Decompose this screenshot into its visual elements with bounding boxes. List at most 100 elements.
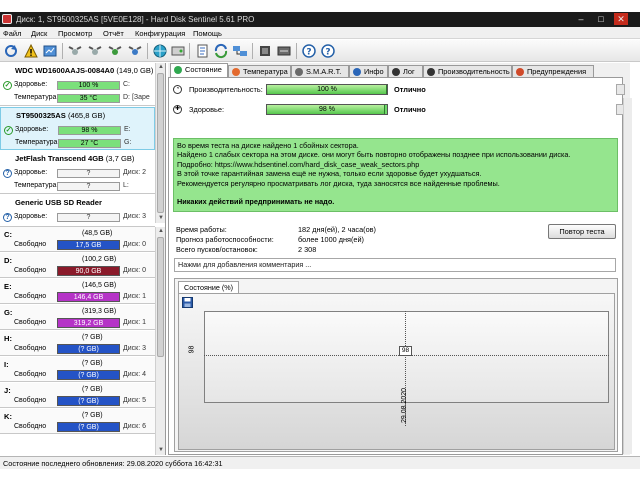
retest-button[interactable]: Повтор теста xyxy=(548,224,616,239)
partition-item[interactable]: I: (? GB) Свободно (? GB) Диск: 4 xyxy=(0,357,155,382)
document-icon[interactable] xyxy=(194,43,210,59)
scroll-up-icon[interactable]: ▲ xyxy=(156,63,165,72)
info-icon[interactable]: ? xyxy=(320,43,336,59)
free-space-bar: (? GB) xyxy=(57,422,120,432)
partition-item[interactable]: C: (48,5 GB) Свободно 17,5 GB Диск: 0 xyxy=(0,227,155,252)
health-label: Здоровье: xyxy=(14,213,48,220)
network-icon[interactable] xyxy=(232,43,248,59)
refresh-icon[interactable] xyxy=(3,43,19,59)
settings-icon[interactable] xyxy=(276,43,292,59)
starts-label: Всего пусков/остановок: xyxy=(176,245,258,254)
status-ok-icon: ✓ xyxy=(3,81,12,90)
health-value: ? xyxy=(57,169,120,178)
partition-item[interactable]: G: (319,3 GB) Свободно 319,2 GB Диск: 1 xyxy=(0,305,155,330)
scroll-down-icon[interactable]: ▼ xyxy=(156,446,165,455)
performance-label: Производительность: xyxy=(189,85,263,94)
save-icon[interactable] xyxy=(182,297,193,308)
disk-item-wdc[interactable]: WDC WD1600AAJS-0084A0 (149,0 GB) ✓ Здоро… xyxy=(0,63,155,106)
menu-disk[interactable]: Диск xyxy=(31,29,47,38)
partition-item[interactable]: D: (100,2 GB) Свободно 90,0 GB Диск: 0 xyxy=(0,253,155,278)
warning-icon[interactable] xyxy=(23,43,39,59)
disk-item-jetflash[interactable]: JetFlash Transcend 4GB (3,7 GB) ? Здоров… xyxy=(0,151,155,194)
menu-configuration[interactable]: Конфигурация xyxy=(135,29,185,38)
tab-bar: Состояние Температура S.M.A.R.T. Инфо Ло… xyxy=(168,63,630,77)
tab-performance[interactable]: Производительность xyxy=(423,65,512,77)
partition-item[interactable]: E: (146,5 GB) Свободно 146,4 GB Диск: 1 xyxy=(0,279,155,304)
tab-temperature[interactable]: Температура xyxy=(228,65,291,77)
scrollbar-thumb[interactable] xyxy=(157,237,164,357)
performance-icon: ◔ xyxy=(173,85,182,94)
health-history-chart: Состояние (%) 98 98 29.08.2020 xyxy=(174,278,618,452)
message-link-line[interactable]: Подробно: https://www.hdsentinel.com/har… xyxy=(177,160,614,169)
maximize-button[interactable]: □ xyxy=(594,13,608,25)
health-value: 98 % xyxy=(58,126,121,135)
disk-icon[interactable] xyxy=(170,43,186,59)
partition-disk: Диск: 3 xyxy=(123,345,146,352)
health-result: Отлично xyxy=(394,105,426,114)
sync-icon[interactable] xyxy=(213,43,229,59)
performance-bar: 100 % xyxy=(266,84,388,95)
disk-item-st9500325as[interactable]: ST9500325AS (465,8 GB) ✓ Здоровье: 98 % … xyxy=(0,107,155,150)
tab-label: Инфо xyxy=(364,67,384,76)
chart-tab-health[interactable]: Состояние (%) xyxy=(178,281,240,293)
close-button[interactable]: ✕ xyxy=(614,13,628,25)
scroll-up-icon[interactable]: ▲ xyxy=(156,227,165,236)
partition-letter: J: xyxy=(4,386,11,395)
report-icon[interactable] xyxy=(42,43,58,59)
scrollbar-thumb[interactable] xyxy=(157,73,164,213)
tab-alerts[interactable]: Предупреждения xyxy=(512,65,594,77)
minimize-button[interactable]: – xyxy=(574,13,588,25)
health-value: 98 % xyxy=(319,106,335,113)
uptime-label: Время работы: xyxy=(176,225,227,234)
disk-list-scrollbar[interactable]: ▲ ▼ xyxy=(155,63,165,223)
starts-value: 2 308 xyxy=(298,245,317,254)
drive-letters: D: [Заре xyxy=(123,94,150,101)
free-label: Свободно xyxy=(14,345,47,352)
menu-report[interactable]: Отчёт xyxy=(103,29,124,38)
disk-number: Диск: 3 xyxy=(123,213,146,220)
menu-view[interactable]: Просмотр xyxy=(58,29,92,38)
partition-item[interactable]: J: (? GB) Свободно (? GB) Диск: 5 xyxy=(0,383,155,408)
menu-help[interactable]: Помощь xyxy=(193,29,222,38)
partition-letter: D: xyxy=(4,256,13,265)
comment-input[interactable]: Нажми для добавления комментария ... xyxy=(174,258,616,272)
globe-icon[interactable] xyxy=(152,43,168,59)
uptime-value: 182 дня(ей), 2 часа(ов) xyxy=(298,225,376,234)
tab-status[interactable]: Состояние xyxy=(170,63,228,77)
partition-list-scrollbar[interactable]: ▲ ▼ xyxy=(155,227,165,455)
window-title: Диск: 1, ST9500325AS [5VE0E128] - Hard D… xyxy=(16,15,255,24)
details-scrollbar[interactable] xyxy=(623,98,632,454)
message-conclusion: Никаких действий предпринимать не надо. xyxy=(177,197,335,207)
title-bar: Диск: 1, ST9500325AS [5VE0E128] - Hard D… xyxy=(0,12,640,27)
satellite-icon[interactable] xyxy=(127,43,143,59)
scroll-down-icon[interactable]: ▼ xyxy=(156,214,165,223)
tab-label: Температура xyxy=(243,67,288,76)
chip-icon[interactable] xyxy=(257,43,273,59)
disk-item-sd-reader[interactable]: Generic USB SD Reader ? Здоровье: ? Диск… xyxy=(0,195,155,227)
health-label: Здоровье: xyxy=(14,81,48,88)
forecast-value: более 1000 дня(ей) xyxy=(298,235,364,244)
tab-info[interactable]: Инфо xyxy=(349,65,388,77)
performance-result: Отлично xyxy=(394,85,426,94)
partition-item[interactable]: K: (? GB) Свободно (? GB) Диск: 6 xyxy=(0,409,155,434)
menu-bar: Файл Диск Просмотр Отчёт Конфигурация По… xyxy=(0,27,640,39)
free-label: Свободно xyxy=(14,423,47,430)
drive-letters: E: xyxy=(124,126,131,133)
temperature-label: Температура: xyxy=(14,94,59,101)
satellite-icon[interactable] xyxy=(67,43,83,59)
unknown-status-icon: ? xyxy=(3,213,12,222)
health-label: Здоровье: xyxy=(15,126,49,133)
disk-name: JetFlash Transcend 4GB xyxy=(15,154,104,163)
partition-item[interactable]: H: (? GB) Свободно (? GB) Диск: 3 xyxy=(0,331,155,356)
help-icon[interactable]: ? xyxy=(301,43,317,59)
health-icon: ✚ xyxy=(173,105,182,114)
tab-smart[interactable]: S.M.A.R.T. xyxy=(291,65,349,77)
status-icon xyxy=(174,66,182,74)
menu-file[interactable]: Файл xyxy=(3,29,21,38)
satellite-icon[interactable] xyxy=(107,43,123,59)
partition-letter: G: xyxy=(4,308,13,317)
tab-log[interactable]: Лог xyxy=(388,65,423,77)
message-line: Найдено 1 слабых сектора на этом диске. … xyxy=(177,150,571,160)
satellite-icon[interactable] xyxy=(87,43,103,59)
disk-name: Generic USB SD Reader xyxy=(15,198,102,207)
